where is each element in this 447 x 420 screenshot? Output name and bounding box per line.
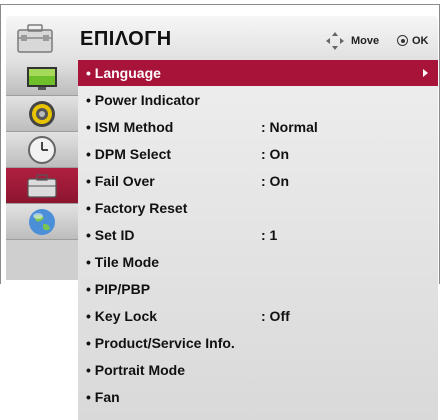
menu-item-value: : Off [261, 308, 290, 324]
globe-network-icon [29, 209, 55, 235]
menu-item-pip-pbp[interactable]: • PIP/PBP [78, 276, 438, 302]
menu-item-label: • ISM Method [86, 119, 174, 135]
menu-item-label: • Key Lock [86, 308, 158, 324]
menu-item-label: • Fan [86, 389, 120, 405]
menu-item-label: • Fail Over [86, 173, 155, 189]
osd-menu-window: ΕΠΙΛΟΓΗ Move OK • Language • Power Indic… [0, 0, 447, 420]
page-title: ΕΠΙΛΟΓΗ [80, 28, 172, 50]
menu-item-label: • Portrait Mode [86, 362, 186, 378]
move-hint-label: Move [351, 35, 380, 47]
menu-item-fan[interactable]: • Fan [78, 384, 438, 410]
menu-item-label: • PIP/PBP [86, 281, 151, 297]
toolbox-option-icon [27, 174, 57, 198]
menu-item-dpm-select[interactable]: • DPM Select : On [78, 141, 438, 167]
menu-item-portrait-mode[interactable]: • Portrait Mode [78, 357, 438, 383]
sidebar-item-option[interactable] [6, 168, 78, 204]
speaker-sound-icon [29, 101, 55, 127]
clock-time-icon [28, 136, 56, 164]
menu-item-value: : On [261, 146, 289, 162]
menu-item-ism-method[interactable]: • ISM Method : Normal [78, 114, 438, 140]
option-menu-panel: • Language • Power Indicator • ISM Metho… [78, 60, 438, 420]
menu-item-factory-reset[interactable]: • Factory Reset [78, 195, 438, 221]
menu-item-value: : On [261, 173, 289, 189]
menu-header: ΕΠΙΛΟΓΗ Move OK [6, 16, 438, 66]
category-sidebar [6, 60, 78, 280]
move-arrows-icon [326, 32, 344, 50]
menu-item-set-id[interactable]: • Set ID : 1 [78, 222, 438, 248]
sidebar-item-audio[interactable] [6, 96, 78, 132]
sidebar-item-time[interactable] [6, 132, 78, 168]
menu-item-label: • Set ID [86, 227, 135, 243]
menu-item-label: • DPM Select [86, 146, 172, 162]
picture-monitor-icon [27, 67, 57, 90]
menu-item-value: : Normal [261, 119, 318, 135]
menu-item-label: • Product/Service Info. [86, 335, 235, 351]
menu-item-value: : 1 [261, 227, 278, 243]
ok-button-icon [397, 35, 408, 46]
toolbox-icon [6, 16, 66, 66]
sidebar-item-network[interactable] [6, 204, 78, 240]
menu-item-key-lock[interactable]: • Key Lock : Off [78, 303, 438, 329]
menu-item-label: • Power Indicator [86, 92, 200, 108]
menu-item-label: • Tile Mode [86, 254, 160, 270]
sidebar-item-picture[interactable] [6, 60, 78, 96]
ok-hint-label: OK [412, 35, 429, 47]
menu-item-power-indicator[interactable]: • Power Indicator [78, 87, 438, 113]
menu-item-fail-over[interactable]: • Fail Over : On [78, 168, 438, 194]
submenu-arrow-icon [423, 69, 428, 77]
menu-item-tile-mode[interactable]: • Tile Mode [78, 249, 438, 275]
menu-item-product-service-info[interactable]: • Product/Service Info. [78, 330, 438, 356]
menu-item-label: • Factory Reset [86, 200, 188, 216]
menu-item-label: • Language [86, 65, 161, 81]
menu-item-language[interactable]: • Language [78, 60, 438, 86]
